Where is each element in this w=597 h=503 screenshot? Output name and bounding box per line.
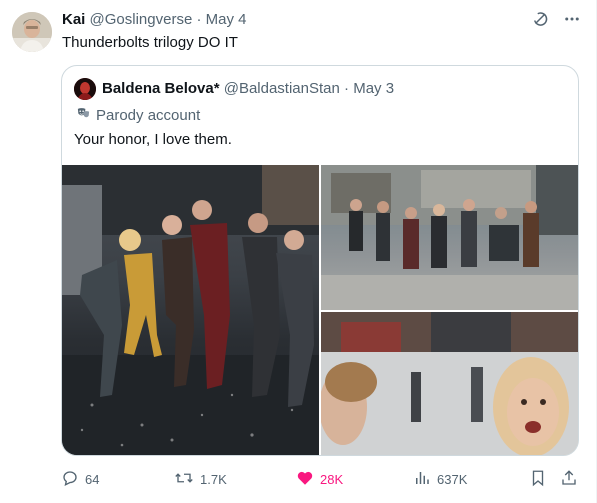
views-icon: [413, 469, 431, 490]
parody-badge: Parody account: [76, 106, 200, 126]
media-photo-2[interactable]: [321, 165, 578, 310]
parody-label: Parody account: [96, 107, 201, 124]
more-icon[interactable]: [563, 10, 581, 28]
views-button[interactable]: 637K: [413, 468, 467, 490]
quoted-header-separator: ·: [344, 80, 350, 97]
bookmark-icon: [529, 469, 547, 490]
repost-count: 1.7K: [200, 471, 227, 487]
grok-icon[interactable]: [531, 10, 549, 28]
reply-icon: [61, 469, 79, 490]
author-name[interactable]: Kai: [62, 11, 85, 28]
media-photo-3[interactable]: [321, 312, 578, 455]
theater-masks-icon: [76, 106, 91, 126]
quoted-author-avatar[interactable]: [74, 78, 96, 100]
tweet-text: Thunderbolts trilogy DO IT: [62, 34, 238, 51]
quoted-text: Your honor, I love them.: [74, 131, 232, 148]
repost-button[interactable]: 1.7K: [174, 468, 227, 490]
tweet-header: Kai @Goslingverse · May 4: [62, 11, 247, 29]
heart-icon: [296, 469, 314, 490]
reply-count: 64: [85, 471, 100, 487]
quoted-tweet[interactable]: Baldena Belova* @BaldastianStan · May 3 …: [61, 65, 579, 456]
quoted-author-handle[interactable]: @BaldastianStan: [224, 80, 340, 97]
share-icon: [560, 469, 578, 490]
quoted-date[interactable]: May 3: [353, 80, 394, 97]
avatar-photo: [12, 12, 52, 52]
bookmark-button[interactable]: [529, 468, 547, 490]
reply-button[interactable]: 64: [61, 468, 99, 490]
quoted-header: Baldena Belova* @BaldastianStan · May 3: [102, 80, 394, 98]
quoted-author-name[interactable]: Baldena Belova*: [102, 80, 220, 97]
author-handle[interactable]: @Goslingverse: [90, 11, 193, 28]
like-button[interactable]: 28K: [296, 468, 343, 490]
action-bar: 64 1.7K 28K 637K: [61, 468, 581, 490]
repost-icon: [174, 469, 194, 490]
views-count: 637K: [437, 471, 468, 487]
share-button[interactable]: [560, 468, 578, 490]
like-count: 28K: [320, 471, 344, 487]
header-separator: ·: [196, 11, 202, 28]
media-photo-1[interactable]: [62, 165, 319, 455]
author-avatar[interactable]: [12, 12, 52, 52]
tweet-date[interactable]: May 4: [206, 11, 247, 28]
tweet-top-actions: [531, 10, 581, 28]
media-grid: [62, 165, 578, 455]
